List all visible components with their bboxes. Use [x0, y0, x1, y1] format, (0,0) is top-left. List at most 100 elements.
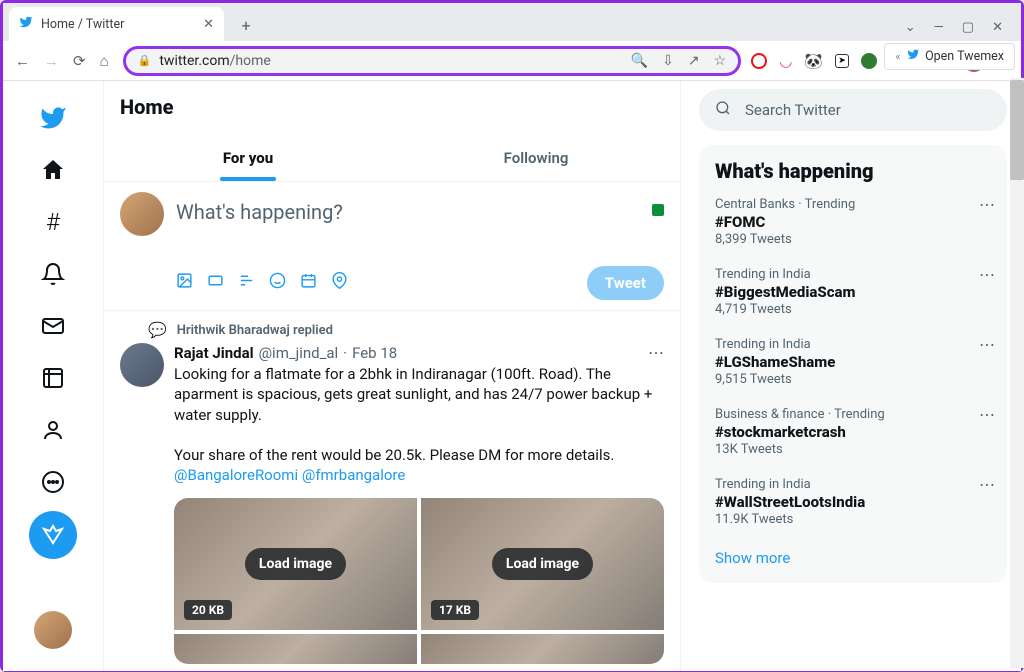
main-timeline: Home For you Following What's happening? [103, 81, 681, 671]
search-icon [715, 100, 731, 120]
composer-tools [176, 272, 348, 294]
tab-strip: Home / Twitter ✕ + ⌄ — ▢ ✕ [3, 3, 1021, 41]
twitter-favicon-icon [19, 15, 33, 33]
mention-link[interactable]: @fmrbangalore [302, 466, 405, 484]
tab-close-icon[interactable]: ✕ [203, 17, 214, 32]
twemex-popup[interactable]: « Open Twemex [884, 43, 1015, 70]
install-icon[interactable]: ⇩ [662, 53, 674, 69]
nav-notifications[interactable] [30, 251, 76, 297]
browser-chrome: Home / Twitter ✕ + ⌄ — ▢ ✕ ← → ⟳ ⌂ 🔒 twi… [3, 3, 1021, 81]
post-date[interactable]: Feb 18 [352, 344, 397, 362]
post-body: Looking for a flatmate for a 2bhk in Ind… [174, 364, 664, 486]
trend-item[interactable]: Central Banks · Trending #FOMC 8,399 Twe… [699, 187, 1007, 257]
tweet-composer: What's happening? Tweet [104, 182, 680, 311]
back-button[interactable]: ← [15, 52, 30, 70]
scroll-thumb[interactable] [1010, 80, 1024, 180]
schedule-icon[interactable] [300, 272, 317, 294]
tab-for-you[interactable]: For you [104, 135, 392, 181]
page-title: Home [104, 81, 680, 119]
mention-link[interactable]: @BangaloreRoomi [174, 466, 298, 484]
privacy-indicator-icon[interactable] [652, 204, 664, 216]
twitter-logo-icon[interactable] [30, 95, 76, 141]
ext-pocket-icon[interactable]: ◡ [779, 52, 792, 70]
trends-title: What's happening [699, 159, 1007, 187]
social-context: 💬 Hrithwik Bharadwaj replied [120, 321, 664, 339]
address-bar[interactable]: 🔒 twitter.com/home 🔍 ⇩ ↗ ☆ [123, 46, 742, 76]
search-input[interactable]: Search Twitter [699, 89, 1007, 131]
nav-more[interactable] [30, 459, 76, 505]
new-tab-button[interactable]: + [232, 11, 260, 39]
account-menu[interactable] [30, 607, 76, 653]
url-actions: 🔍 ⇩ ↗ ☆ [631, 53, 726, 69]
ext-send-icon[interactable]: ➤ [835, 54, 849, 68]
nav-profile[interactable] [30, 407, 76, 453]
media-image[interactable]: Load image 17 KB [421, 498, 664, 630]
browser-tab[interactable]: Home / Twitter ✕ [9, 7, 224, 41]
composer-avatar-icon [120, 192, 164, 236]
twitter-app: « Open Twemex # Home For you Following W… [3, 81, 1021, 671]
show-more-link[interactable]: Show more [699, 537, 1007, 579]
search-icon[interactable]: 🔍 [631, 53, 648, 69]
twemex-label: Open Twemex [925, 49, 1004, 64]
window-controls: ⌄ — ▢ ✕ [893, 20, 1015, 41]
window-close-icon[interactable]: ✕ [992, 20, 1003, 35]
nav-explore[interactable]: # [30, 199, 76, 245]
media-grid: Load image 20 KB Load image 17 KB [174, 498, 664, 664]
url-text: twitter.com/home [159, 53, 270, 69]
post-header: Rajat Jindal @im_jind_al · Feb 18 ⋯ [174, 343, 664, 362]
tab-following[interactable]: Following [392, 135, 680, 181]
trend-item[interactable]: Trending in India #LGShameShame 9,515 Tw… [699, 327, 1007, 397]
home-button[interactable]: ⌂ [100, 52, 109, 70]
author-name[interactable]: Rajat Jindal [174, 344, 254, 362]
page-scrollbar[interactable] [1010, 78, 1024, 668]
window-maximize-icon[interactable]: ▢ [962, 20, 974, 35]
nav-bookmarks[interactable] [30, 355, 76, 401]
trend-more-icon[interactable]: ⋯ [979, 405, 995, 424]
trend-more-icon[interactable]: ⋯ [979, 265, 995, 284]
location-icon[interactable] [331, 272, 348, 294]
emoji-icon[interactable] [269, 272, 286, 294]
trends-panel: What's happening Central Banks · Trendin… [699, 145, 1007, 583]
file-size-badge: 20 KB [184, 600, 232, 620]
bookmark-icon[interactable]: ☆ [714, 53, 727, 69]
nav-messages[interactable] [30, 303, 76, 349]
reply-context-icon: 💬 [148, 321, 167, 339]
social-context-text: Hrithwik Bharadwaj replied [177, 323, 333, 338]
author-handle[interactable]: @im_jind_al [259, 344, 339, 362]
trend-more-icon[interactable]: ⋯ [979, 195, 995, 214]
media-image[interactable]: Load image 20 KB [174, 498, 417, 630]
trend-item[interactable]: Trending in India #BiggestMediaScam 4,71… [699, 257, 1007, 327]
ext-green-icon[interactable] [861, 53, 877, 69]
nav-home[interactable] [30, 147, 76, 193]
ext-ninja-icon[interactable]: 🐼 [804, 52, 823, 70]
chevron-down-icon[interactable]: ⌄ [905, 20, 916, 35]
post-more-icon[interactable]: ⋯ [648, 343, 664, 362]
trend-more-icon[interactable]: ⋯ [979, 475, 995, 494]
load-image-button[interactable]: Load image [245, 548, 346, 580]
trend-item[interactable]: Trending in India #WallStreetLootsIndia … [699, 467, 1007, 537]
media-icon[interactable] [176, 272, 193, 294]
composer-placeholder[interactable]: What's happening? [176, 192, 343, 224]
trend-item[interactable]: Business & finance · Trending #stockmark… [699, 397, 1007, 467]
timeline-tweet[interactable]: 💬 Hrithwik Bharadwaj replied Rajat Jinda… [104, 311, 680, 671]
compose-tweet-button[interactable] [29, 511, 77, 559]
tweet-button[interactable]: Tweet [587, 266, 664, 300]
reload-button[interactable]: ⟳ [73, 52, 86, 70]
media-image[interactable] [174, 634, 417, 664]
search-placeholder: Search Twitter [745, 101, 841, 119]
window-minimize-icon[interactable]: — [934, 20, 944, 35]
gif-icon[interactable] [207, 272, 224, 294]
trend-more-icon[interactable]: ⋯ [979, 335, 995, 354]
chevron-left-icon: « [895, 50, 900, 63]
load-image-button[interactable]: Load image [492, 548, 593, 580]
lock-icon: 🔒 [138, 54, 152, 67]
ext-adblock-icon[interactable] [751, 53, 767, 69]
share-icon[interactable]: ↗ [688, 53, 700, 69]
media-image[interactable] [421, 634, 664, 664]
nav-buttons: ← → ⟳ ⌂ [11, 52, 113, 70]
post-avatar-icon[interactable] [120, 343, 164, 387]
file-size-badge: 17 KB [431, 600, 479, 620]
timeline-tabs: For you Following [104, 135, 680, 182]
tab-title: Home / Twitter [41, 17, 124, 32]
poll-icon[interactable] [238, 272, 255, 294]
